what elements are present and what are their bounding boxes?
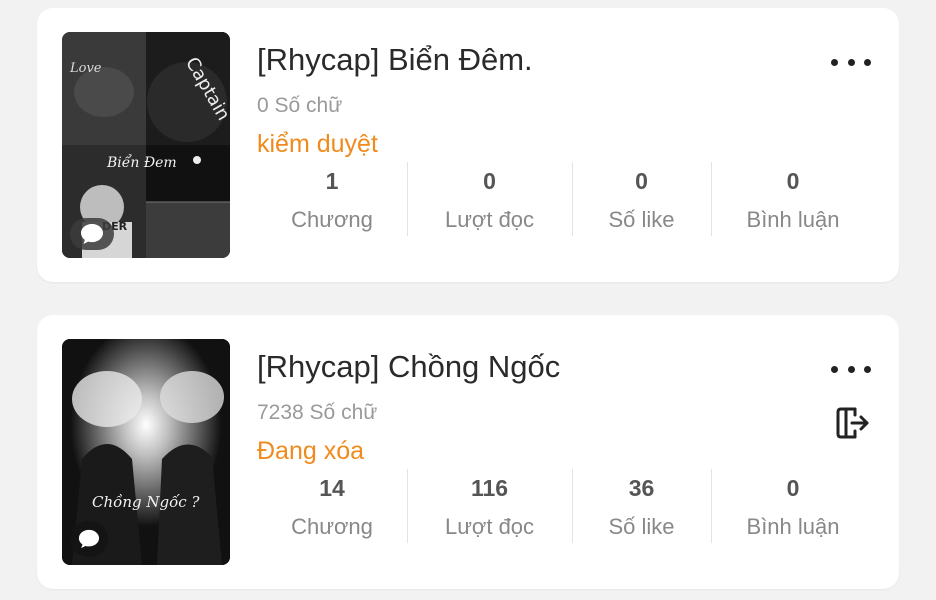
status-badge: Đang xóa [257,437,365,465]
more-horizontal-icon[interactable] [831,355,871,383]
stat-label: Số like [608,514,675,539]
stat-label: Chương [291,207,373,232]
stat-reads: 0 Lượt đọc [407,162,572,236]
stat-comments: 0 Bình luận [711,469,875,543]
story-stats: 1 Chương 0 Lượt đọc 0 Số like 0 Bình luậ… [257,162,857,236]
stat-value: 0 [786,475,800,501]
exit-icon[interactable] [833,403,873,443]
stat-label: Lượt đọc [444,514,535,539]
dot [831,365,838,373]
stat-chapters: 1 Chương [257,162,407,236]
dot [831,58,838,66]
dot [847,58,855,66]
story-cover[interactable]: Love Captain Biển Đem DER [62,32,230,258]
word-count: 0 Số chữ [257,94,343,117]
cover-text: Love [69,61,102,76]
chat-bubble-icon [70,521,108,557]
cover-text: Biển Đem [106,153,177,171]
word-count: 7238 Số chữ [257,401,378,424]
stat-value: 1 [325,168,339,194]
stat-label: Bình luận [746,514,840,539]
story-title[interactable]: [Rhycap] Biển Đêm. [257,42,533,78]
dot [864,365,871,373]
stat-likes: 36 Số like [572,469,711,543]
cover-text: Chồng Ngốc ? [92,493,200,511]
story-card[interactable]: Chồng Ngốc ? [Rhycap] Chồng Ngốc 7238 Số… [37,315,899,589]
more-horizontal-icon[interactable] [831,48,871,76]
dot [864,58,871,66]
stat-label: Chương [291,514,373,539]
stat-value: 0 [483,168,496,194]
stat-reads: 116 Lượt đọc [407,469,572,543]
story-title[interactable]: [Rhycap] Chồng Ngốc [257,349,560,385]
stat-value: 116 [470,475,509,501]
dot [847,365,855,373]
stat-likes: 0 Số like [572,162,711,236]
stat-label: Bình luận [746,207,840,232]
chat-bubble-icon [70,218,114,250]
stat-value: 14 [319,475,345,501]
stat-chapters: 14 Chương [257,469,407,543]
stat-value: 0 [635,168,648,194]
story-card[interactable]: Love Captain Biển Đem DER [Rhycap] Biển … [37,8,899,282]
story-stats: 14 Chương 116 Lượt đọc 36 Số like 0 Bình… [257,469,857,543]
stat-value: 36 [628,475,655,501]
stat-comments: 0 Bình luận [711,162,875,236]
stat-label: Số like [608,207,675,232]
stat-value: 0 [786,168,800,194]
stat-label: Lượt đọc [444,207,535,232]
story-cover[interactable]: Chồng Ngốc ? [62,339,230,565]
status-badge: kiểm duyệt [257,130,378,158]
